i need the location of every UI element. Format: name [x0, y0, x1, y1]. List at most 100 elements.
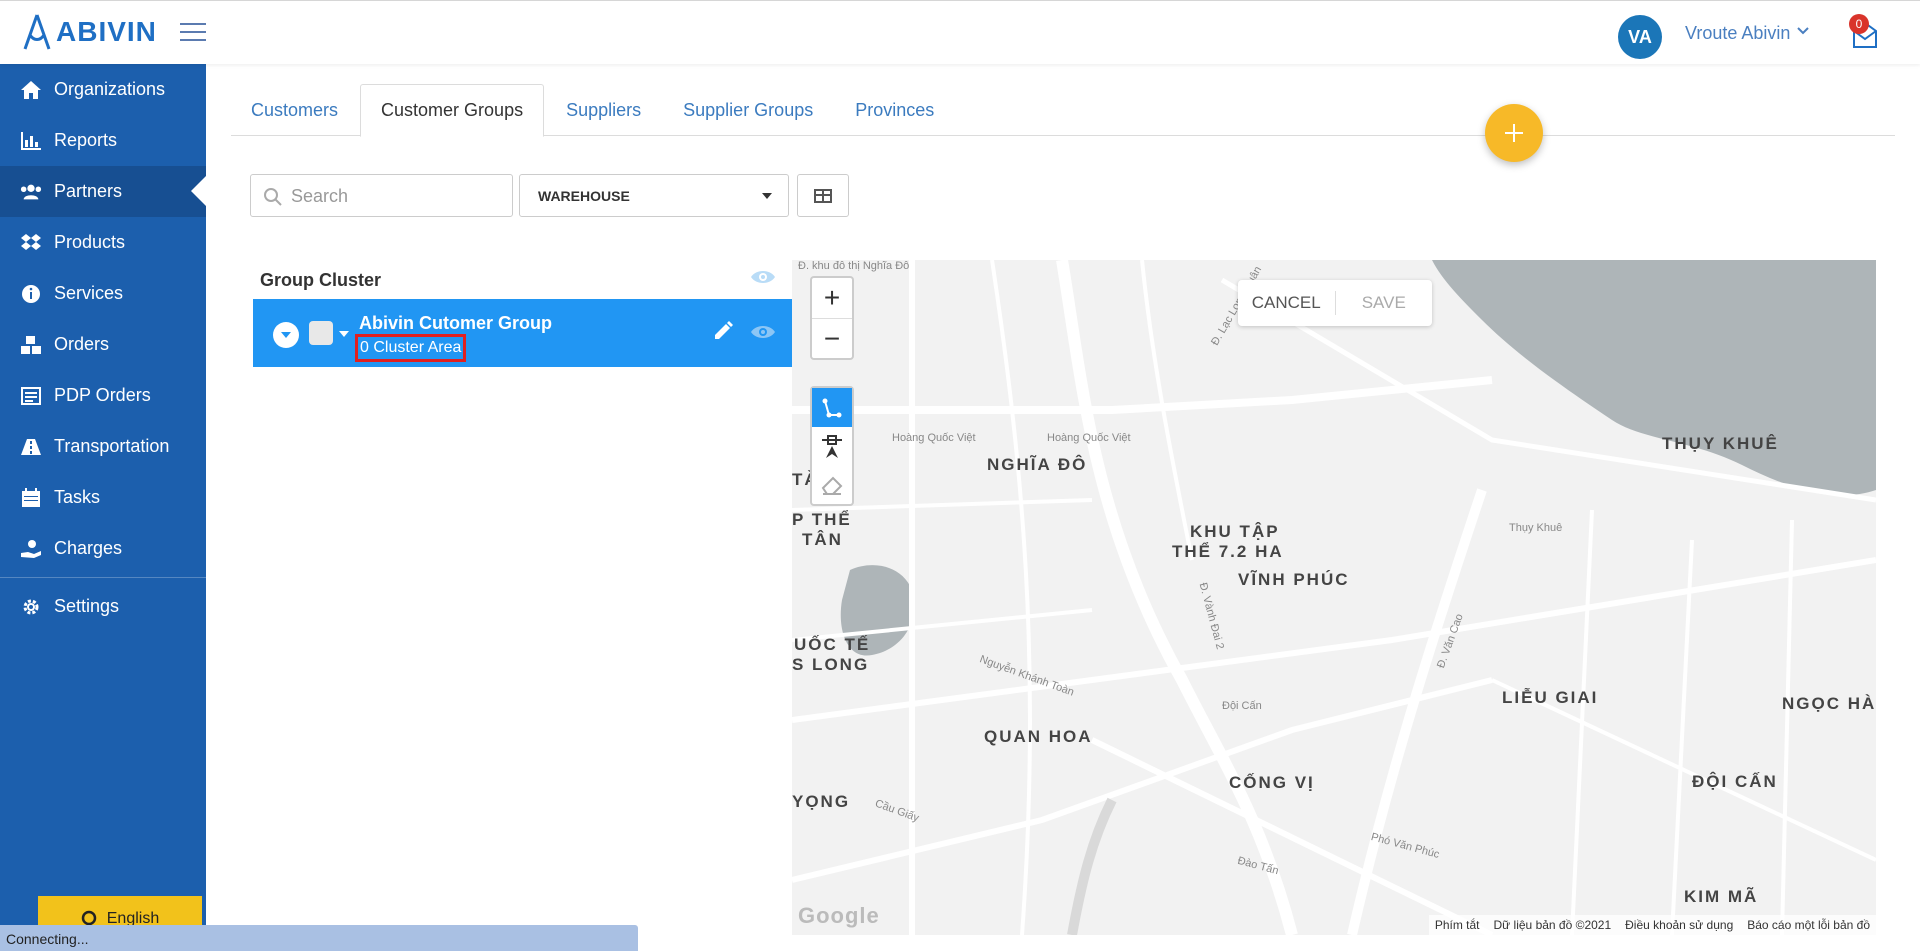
save-button[interactable]: SAVE	[1336, 293, 1433, 313]
dropbox-icon	[20, 232, 42, 254]
map-area-label: VĨNH PHÚC	[1238, 570, 1350, 589]
add-button[interactable]	[1485, 104, 1543, 162]
notification-badge: 0	[1849, 14, 1869, 34]
users-icon	[20, 181, 42, 203]
abivin-logo[interactable]: ABIVIN	[22, 13, 157, 51]
search-icon	[264, 188, 282, 206]
caret-down-icon[interactable]	[339, 331, 349, 337]
sidebar-item-services[interactable]: Services	[0, 268, 206, 319]
eye-icon[interactable]	[750, 323, 776, 346]
sidebar-item-partners[interactable]: Partners	[0, 166, 206, 217]
status-bar: Connecting...	[0, 925, 638, 951]
zoom-control: + −	[810, 276, 854, 360]
search-box	[250, 174, 513, 217]
cubes-icon	[20, 334, 42, 356]
sidebar-item-pdp-orders[interactable]: PDP Orders	[0, 370, 206, 421]
home-icon	[20, 79, 42, 101]
map-canvas	[792, 260, 1876, 935]
draw-toolbar	[810, 386, 854, 506]
map-area-label: QUAN HOA	[984, 727, 1093, 746]
delete-layers-button[interactable]	[812, 466, 852, 505]
google-logo: Google	[798, 903, 880, 928]
expand-toggle-icon[interactable]	[273, 322, 299, 348]
chevron-down-icon[interactable]	[1797, 25, 1809, 39]
partner-tabs: Customers Customer Groups Suppliers Supp…	[231, 84, 1895, 137]
sidebar-item-label: Services	[54, 283, 124, 303]
sidebar-item-orders[interactable]: Orders	[0, 319, 206, 370]
logo-text: ABIVIN	[56, 16, 157, 47]
sidebar-item-products[interactable]: Products	[0, 217, 206, 268]
sidebar-item-tasks[interactable]: Tasks	[0, 472, 206, 523]
sidebar-item-transportation[interactable]: Transportation	[0, 421, 206, 472]
map-edit-actions: CANCEL SAVE	[1238, 280, 1432, 326]
table-view-button[interactable]	[797, 174, 849, 217]
avatar[interactable]: VA	[1618, 15, 1662, 59]
zoom-out-button[interactable]: −	[812, 318, 852, 358]
map-area-label: KHU TẬP	[1190, 522, 1280, 541]
map-area-label: NGỌC HÀ	[1782, 694, 1876, 713]
sidebar-item-label: Transportation	[54, 436, 170, 456]
sidebar-item-label: Reports	[54, 130, 118, 150]
map-area-label: THỤY KHUÊ	[1662, 434, 1779, 453]
edit-shape-icon	[822, 434, 842, 458]
group-row[interactable]: Abivin Cutomer Group 0 Cluster Area	[253, 299, 792, 367]
sidebar-item-label: Partners	[54, 181, 123, 201]
group-type-select[interactable]: WAREHOUSE	[519, 174, 789, 217]
map-area-label: NGHĨA ĐÔ	[987, 455, 1088, 474]
menu-toggle-icon[interactable]	[180, 23, 206, 43]
map-area-label: P THỂ	[792, 510, 852, 529]
eraser-icon	[821, 476, 843, 495]
top-header: ABIVIN VA Vroute Abivin 0	[0, 0, 1920, 64]
tab-customer-groups[interactable]: Customer Groups	[360, 84, 545, 137]
map-area-label: THỂ 7.2 HA	[1172, 542, 1284, 561]
map-street-label: Đội Cấn	[1222, 700, 1262, 712]
map-street-label: Hoàng Quốc Việt	[892, 432, 976, 444]
zoom-in-button[interactable]: +	[812, 278, 852, 318]
map-data-text: Dữ liệu bản đồ ©2021	[1493, 918, 1612, 932]
info-icon	[20, 283, 42, 305]
group-name[interactable]: Abivin Cutomer Group	[359, 313, 552, 334]
tab-suppliers[interactable]: Suppliers	[546, 84, 661, 136]
map[interactable]: NGHĨA ĐÔ THỤY KHUÊ KHU TẬP THỂ 7.2 HA VĨ…	[792, 260, 1876, 935]
map-street-label: Hoàng Quốc Việt	[1047, 432, 1131, 444]
sidebar-item-label: Organizations	[54, 79, 166, 99]
calendar-icon	[20, 487, 42, 509]
edit-icon[interactable]	[712, 320, 734, 347]
sidebar-item-organizations[interactable]: Organizations	[0, 64, 206, 115]
map-attribution: Phím tắt Dữ liệu bản đồ ©2021 Điều khoản…	[1428, 915, 1876, 935]
map-street-label: Thụy Khuê	[1509, 522, 1563, 534]
sidebar-item-settings[interactable]: Settings	[0, 581, 206, 632]
keyboard-shortcuts-link[interactable]: Phím tắt	[1435, 918, 1480, 932]
report-error-link[interactable]: Báo cáo một lỗi bản đồ	[1747, 918, 1870, 932]
sidebar-item-label: Settings	[54, 596, 120, 616]
group-cluster-title: Group Cluster	[260, 270, 382, 290]
map-street-label: Đ. khu đô thị Nghĩa Đô	[798, 260, 910, 272]
cancel-button[interactable]: CANCEL	[1238, 293, 1335, 313]
sidebar-item-label: Tasks	[54, 487, 101, 507]
table-icon	[814, 188, 832, 203]
tab-provinces[interactable]: Provinces	[835, 84, 954, 136]
map-area-label: S LONG	[792, 655, 870, 674]
polygon-icon	[822, 398, 842, 417]
sidebar-item-charges[interactable]: Charges	[0, 523, 206, 574]
terms-link[interactable]: Điều khoản sử dụng	[1625, 918, 1733, 932]
map-area-label: KIM MÃ	[1684, 887, 1759, 906]
search-input[interactable]	[291, 183, 506, 209]
map-area-label: CỐNG VỊ	[1229, 773, 1315, 792]
group-checkbox[interactable]	[309, 321, 333, 345]
draw-polygon-button[interactable]	[812, 388, 852, 427]
sidebar-item-label: Charges	[54, 538, 123, 558]
map-area-label: UỐC TẾ	[794, 635, 871, 654]
user-name[interactable]: Vroute Abivin	[1685, 23, 1790, 44]
sidebar-item-label: Products	[54, 232, 126, 252]
tab-supplier-groups[interactable]: Supplier Groups	[663, 84, 833, 136]
sidebar-item-reports[interactable]: Reports	[0, 115, 206, 166]
edit-layers-button[interactable]	[812, 427, 852, 466]
sidebar-divider	[0, 577, 206, 578]
map-area-label: LIỄU GIAI	[1502, 688, 1599, 707]
bar-chart-icon	[20, 130, 42, 152]
map-area-label: ĐỘI CẤN	[1692, 772, 1778, 791]
sidebar-item-label: Orders	[54, 334, 110, 354]
eye-icon[interactable]	[750, 268, 776, 291]
tab-customers[interactable]: Customers	[231, 84, 358, 136]
